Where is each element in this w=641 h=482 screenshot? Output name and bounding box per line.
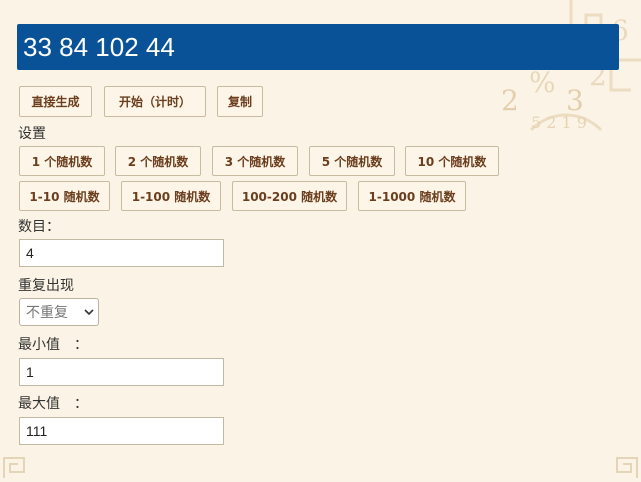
repeat-label: 重复出现 [18, 278, 74, 294]
settings-title: 设置 [18, 126, 46, 142]
preset-10-numbers-button[interactable]: 10 个随机数 [405, 146, 499, 176]
repeat-select[interactable]: 不重复 [19, 298, 99, 326]
start-timer-button[interactable]: 开始（计时） [104, 86, 206, 117]
preset-5-numbers-button[interactable]: 5 个随机数 [309, 146, 395, 176]
count-input[interactable]: 4 [19, 239, 224, 267]
svg-text:2: 2 [501, 84, 519, 117]
preset-2-numbers-button[interactable]: 2 个随机数 [115, 146, 201, 176]
svg-text:%: % [529, 66, 556, 99]
preset-3-numbers-button[interactable]: 3 个随机数 [212, 146, 298, 176]
chevron-down-icon [84, 309, 94, 316]
preset-range-1-1000-button[interactable]: 1-1000 随机数 [358, 181, 466, 211]
copy-button[interactable]: 复制 [217, 86, 263, 117]
preset-range-100-200-button[interactable]: 100-200 随机数 [232, 181, 347, 211]
result-display: 33 84 102 44 [17, 24, 619, 70]
max-label: 最大值 ： [18, 396, 88, 412]
min-input[interactable]: 1 [19, 358, 224, 386]
svg-text:3: 3 [566, 84, 584, 117]
decorative-corner [616, 457, 638, 478]
max-input[interactable]: 111 [19, 417, 224, 445]
preset-range-1-100-button[interactable]: 1-100 随机数 [121, 181, 221, 211]
svg-text:5 2 1 9: 5 2 1 9 [531, 113, 587, 132]
min-label: 最小值 ： [18, 337, 88, 353]
preset-range-1-10-button[interactable]: 1-10 随机数 [19, 181, 110, 211]
count-label: 数目： [18, 219, 60, 235]
repeat-select-value: 不重复 [26, 305, 68, 321]
decorative-corner [3, 457, 25, 478]
decorative-background-pattern: 2 % 3 2 5 2 1 9 6 [501, 0, 641, 132]
preset-1-number-button[interactable]: 1 个随机数 [19, 146, 105, 176]
generate-button[interactable]: 直接生成 [19, 86, 92, 117]
